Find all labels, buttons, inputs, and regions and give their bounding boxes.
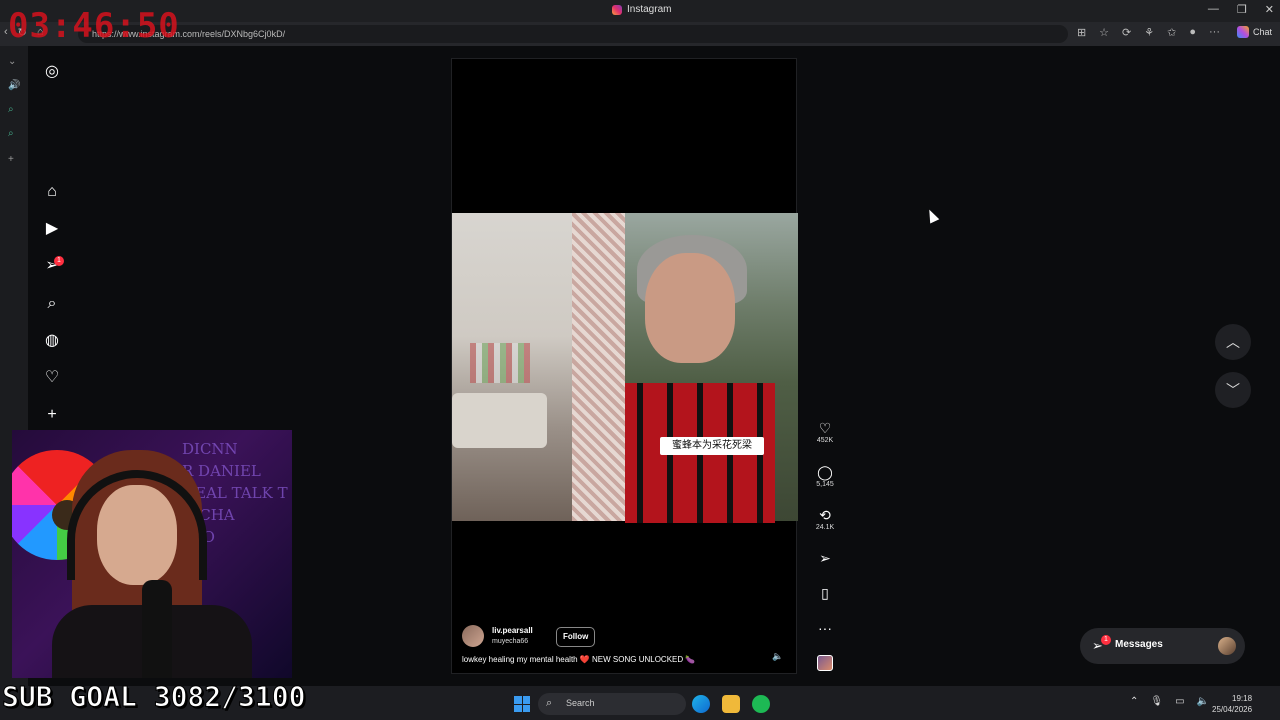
home-icon[interactable]: ⌂ [42,182,62,202]
reels-icon[interactable]: ▶ [42,219,62,239]
more-menu-icon[interactable]: ··· [1209,26,1220,39]
repost-icon: ⟲ [819,507,831,523]
start-menu-icon[interactable] [514,696,530,712]
tray-expand-icon[interactable]: ⌃ [1130,696,1138,707]
minimize-icon[interactable]: — [1208,3,1219,16]
copilot-chat-button[interactable]: Chat [1236,26,1272,38]
create-icon[interactable]: + [42,405,62,425]
share-icon: ➢ [819,550,831,566]
system-clock[interactable]: 19:18 25/04/2026 [1212,693,1252,715]
gallery-wall-graphic [470,343,530,383]
chevron-down-icon[interactable]: ⌄ [8,56,16,67]
save-button[interactable]: ▯ [810,585,840,601]
favorite-star-icon[interactable]: ☆ [1099,26,1109,39]
bookmark-icon: ▯ [821,585,829,601]
previous-reel-button[interactable]: ︿ [1215,324,1251,360]
author-avatar[interactable] [462,625,484,647]
notifications-icon[interactable]: ♡ [42,368,62,388]
close-icon[interactable]: ✕ [1265,3,1274,16]
split-screen-icon[interactable]: ⚘ [1144,26,1154,39]
window-controls: — ❐ ✕ [1208,3,1274,16]
copilot-icon [1236,26,1249,38]
add-tab-icon[interactable]: + [8,154,14,165]
system-tray: ⌃ 🎙 ▭ 🔈 [1130,696,1209,707]
sound-icon[interactable]: 🔊 [8,80,20,91]
address-bar: ‹ ↻ ⌂ https://www.instagram.com/reels/DX… [0,22,1280,46]
favorites-icon[interactable]: ✩ [1167,26,1176,39]
video-subtitle: 蜜蜂本为采花死梁 [660,437,764,455]
author-username[interactable]: liv.pearsall [492,626,533,635]
search-tab-icon[interactable]: ⌕ [8,104,14,115]
chevron-up-icon: ︿ [1226,334,1240,350]
search-icon: ⌕ [546,697,553,709]
comment-button[interactable]: ◯ 5,145 [810,464,840,488]
profile-icon[interactable]: ● [1189,26,1196,39]
wallpaper-graphic [572,213,625,521]
file-explorer-icon[interactable] [722,695,740,713]
repost-button[interactable]: ⟲ 24.1K [810,507,840,531]
network-icon[interactable]: ▭ [1175,696,1184,707]
comment-icon: ◯ [817,464,833,480]
url-field[interactable]: https://www.instagram.com/reels/DXNbg6Cj… [78,25,1068,43]
stream-timer: 03:46:50 [8,6,180,46]
browser-toolbar: ⊞ ☆ ⟳ ⚘ ✩ ● ··· [1077,26,1220,39]
message-avatar [1218,637,1236,655]
search-icon[interactable]: ⌕ [42,294,62,314]
video-right-panel: 蜜蜂本为采花死梁 [625,213,798,523]
window-title: Instagram [612,4,671,15]
extensions-icon[interactable]: ⟳ [1122,26,1131,39]
comment-count: 5,145 [816,481,834,488]
messages-count-badge: 1 [1101,635,1111,645]
messages-label: Messages [1115,639,1163,650]
audio-thumbnail[interactable] [817,655,833,671]
reel-video[interactable]: 蜜蜂本为采花死梁 liv.pearsall muyecha66 Follow l… [451,58,798,674]
more-dots-icon: ··· [818,620,832,636]
mute-icon[interactable]: 🔈 [772,651,783,662]
window-titlebar: Instagram — ❐ ✕ [0,0,1280,22]
instagram-logo-icon[interactable]: ◎ [42,62,62,82]
apps-icon[interactable]: ⊞ [1077,26,1086,39]
like-count: 452K [816,437,834,444]
video-left-panel [452,213,625,521]
edge-icon[interactable] [692,695,710,713]
follow-button[interactable]: Follow [556,627,596,647]
collab-username[interactable]: muyecha66 [492,638,528,645]
microphone-icon[interactable]: 🎙 [1150,696,1163,707]
person-face-graphic [645,253,735,363]
clock-time: 19:18 [1232,694,1253,703]
reel-caption: lowkey healing my mental health ❤️ NEW S… [462,655,696,664]
more-options-button[interactable]: ··· [810,620,840,636]
clock-date: 25/04/2026 [1212,705,1253,714]
chevron-down-icon: ﹀ [1226,382,1240,398]
repost-count: 24.1K [815,524,835,531]
explore-icon[interactable]: ◍ [42,331,62,351]
taskbar-search[interactable]: ⌕ Search [538,693,686,715]
streamer-webcam: DICNN R DANIEL NEAL TALK T RICHA Y JO [12,430,292,678]
search-tab-icon-2[interactable]: ⌕ [8,128,14,139]
heart-icon: ♡ [818,420,832,436]
next-reel-button[interactable]: ﹀ [1215,372,1251,408]
sub-goal-overlay: SUB GOAL 3082/3100 [1,680,306,714]
share-button[interactable]: ➢ [810,550,840,566]
instagram-favicon-icon [612,4,622,15]
spotify-icon[interactable] [752,695,770,713]
microphone-graphic [142,580,172,678]
mouse-cursor [924,207,940,224]
volume-icon[interactable]: 🔈 [1197,696,1209,707]
messages-button[interactable]: ➢ 1 Messages [1080,628,1245,664]
like-button[interactable]: ♡ 452K [810,420,840,444]
restore-icon[interactable]: ❐ [1237,3,1247,16]
sofa-graphic [452,393,547,448]
messages-badge: 1 [54,256,64,266]
